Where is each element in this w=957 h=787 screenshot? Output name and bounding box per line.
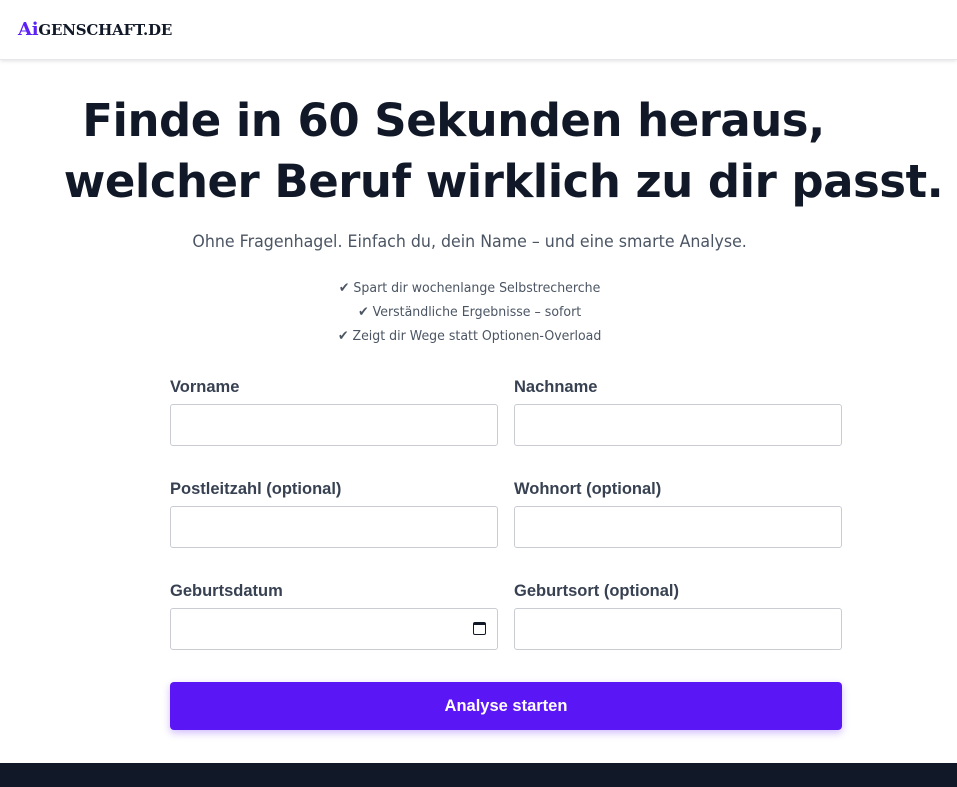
postal-code-input[interactable] <box>170 506 498 548</box>
birth-place-input[interactable] <box>514 608 842 650</box>
birth-date-input[interactable] <box>170 608 498 650</box>
headline-line-2: welcher Beruf wirklich zu dir passt. <box>63 155 944 208</box>
site-header: AiGENSCHAFT.DE <box>0 0 957 60</box>
city-label: Wohnort (optional) <box>514 480 662 498</box>
postal-code-label: Postleitzahl (optional) <box>170 480 342 498</box>
first-name-label: Vorname <box>170 378 240 396</box>
benefit-item: ✔ Spart dir wochenlange Selbstrecherche <box>338 280 601 296</box>
logo-ai: Ai <box>18 19 39 40</box>
start-analysis-button[interactable]: Analyse starten <box>170 682 842 730</box>
last-name-input[interactable] <box>514 404 842 446</box>
birth-place-label: Geburtsort (optional) <box>514 582 679 600</box>
birth-date-label: Geburtsdatum <box>170 582 283 600</box>
birth-date-field: Geburtsdatum <box>170 582 498 650</box>
page-headline: Finde in 60 Sekunden heraus, welcher Ber… <box>0 90 957 212</box>
benefit-item: ✔ Zeigt dir Wege statt Optionen-Overload <box>337 328 602 344</box>
headline-line-1: Finde in 60 Sekunden heraus, <box>82 94 825 147</box>
first-name-input[interactable] <box>170 404 498 446</box>
birth-place-field: Geburtsort (optional) <box>514 582 842 650</box>
page-subtitle: Ohne Fragenhagel. Einfach du, dein Name … <box>192 232 747 252</box>
benefit-item: ✔ Verständliche Ergebnisse – sofort <box>358 304 582 320</box>
site-footer <box>0 763 957 787</box>
city-field: Wohnort (optional) <box>514 480 842 548</box>
first-name-field: Vorname <box>170 378 498 446</box>
last-name-label: Nachname <box>514 378 598 396</box>
site-logo[interactable]: AiGENSCHAFT.DE <box>18 19 172 40</box>
benefits-list: ✔ Spart dir wochenlange Selbstrecherche … <box>0 276 939 348</box>
city-input[interactable] <box>514 506 842 548</box>
logo-text: GENSCHAFT.DE <box>38 21 173 39</box>
postal-code-field: Postleitzahl (optional) <box>170 480 498 548</box>
calendar-icon[interactable] <box>473 622 486 635</box>
last-name-field: Nachname <box>514 378 842 446</box>
